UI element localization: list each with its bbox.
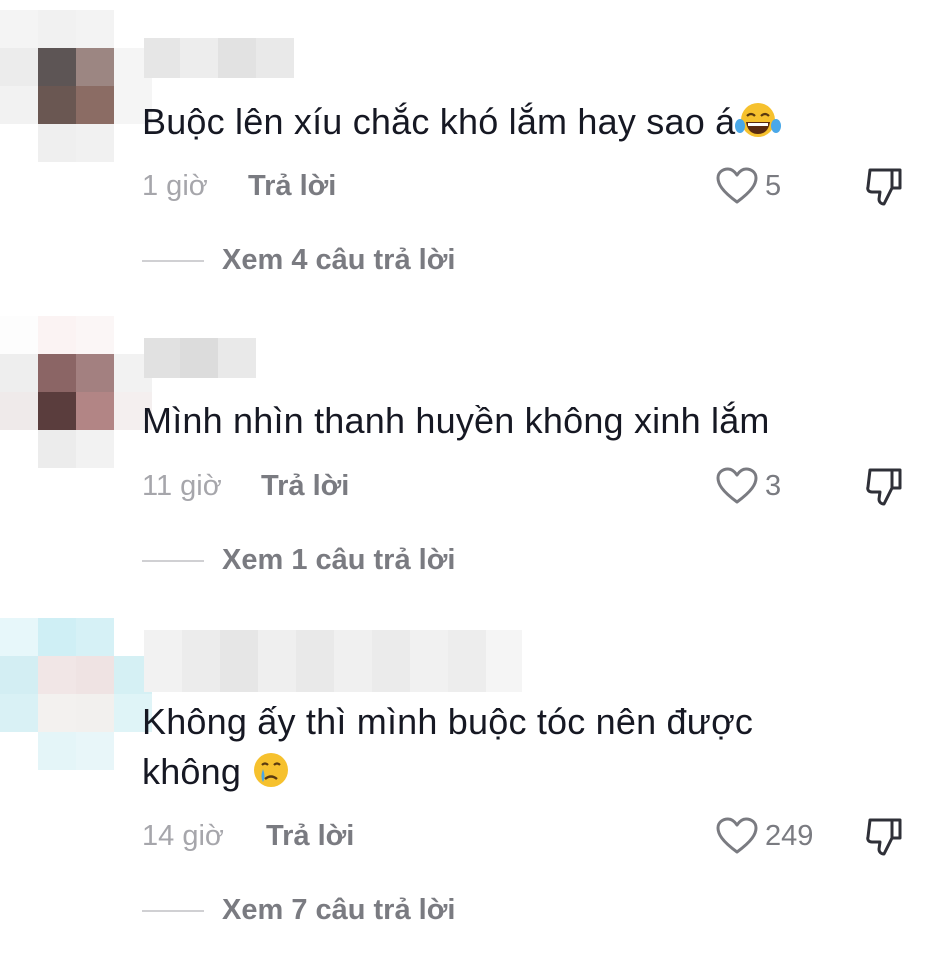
heart-outline-icon[interactable] — [716, 817, 758, 855]
reply-button[interactable]: Trả lời — [266, 820, 354, 853]
view-replies-button[interactable]: Xem 4 câu trả lời — [142, 244, 455, 277]
divider — [142, 559, 204, 562]
like-count: 5 — [765, 170, 782, 202]
view-replies-label: Xem 4 câu trả lời — [222, 244, 456, 276]
username-blurred[interactable] — [144, 630, 522, 692]
avatar[interactable] — [0, 10, 152, 162]
comment-text-line: không — [142, 747, 856, 797]
comment-timestamp: 1 giờ — [142, 170, 208, 202]
avatar[interactable] — [0, 618, 152, 770]
username-blurred[interactable] — [144, 338, 256, 378]
comment-text-line: Không ấy thì mình buộc tóc nên được — [142, 701, 754, 742]
comment-timestamp: 11 giờ — [142, 470, 222, 502]
comment-item: Buộc lên xíu chắc khó lắm hay sao á 1 gi… — [0, 0, 946, 300]
comment-text: Không ấy thì mình buộc tóc nên được khôn… — [142, 697, 856, 797]
comment-timestamp: 14 giờ — [142, 820, 224, 852]
view-replies-label: Xem 7 câu trả lời — [222, 894, 456, 926]
heart-outline-icon[interactable] — [716, 467, 758, 505]
crying-face-emoji-icon — [254, 753, 289, 787]
username-blurred[interactable] — [144, 38, 294, 78]
comment-item: Không ấy thì mình buộc tóc nên được khôn… — [0, 610, 946, 964]
divider — [142, 909, 204, 912]
comment-text: Mình nhìn thanh huyền không xinh lắm — [142, 400, 770, 441]
like-count: 249 — [765, 820, 814, 852]
comment-item: Mình nhìn thanh huyền không xinh lắm 11 … — [0, 300, 946, 610]
reply-button[interactable]: Trả lời — [261, 470, 349, 503]
divider — [142, 259, 204, 262]
comment-text: Buộc lên xíu chắc khó lắm hay sao á — [142, 97, 856, 147]
thumbs-down-icon[interactable] — [864, 166, 904, 208]
heart-outline-icon[interactable] — [716, 167, 758, 205]
view-replies-button[interactable]: Xem 1 câu trả lời — [142, 544, 455, 577]
reply-button[interactable]: Trả lời — [248, 170, 336, 203]
thumbs-down-icon[interactable] — [864, 816, 904, 858]
laughing-tears-emoji-icon — [735, 103, 782, 137]
view-replies-button[interactable]: Xem 7 câu trả lời — [142, 894, 455, 927]
view-replies-label: Xem 1 câu trả lời — [222, 544, 456, 576]
like-count: 3 — [765, 470, 782, 502]
avatar[interactable] — [0, 316, 152, 468]
thumbs-down-icon[interactable] — [864, 466, 904, 508]
